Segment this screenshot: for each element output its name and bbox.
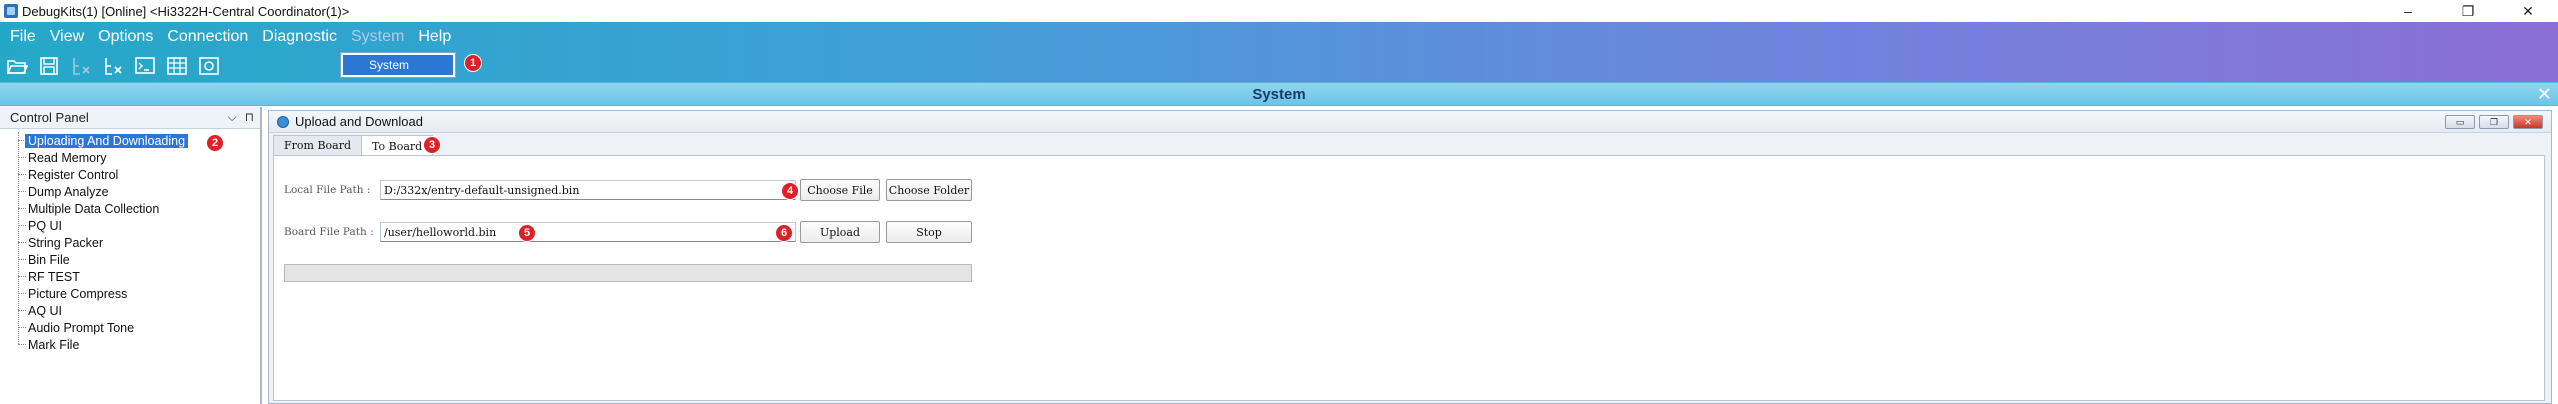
system-dropdown-menu: System bbox=[340, 52, 456, 78]
disabled-tool-icon bbox=[68, 54, 94, 78]
callout-badge-4: 4 bbox=[781, 182, 799, 200]
tree-item-string-packer[interactable]: String Packer bbox=[0, 234, 260, 251]
tree-item-aq-ui[interactable]: AQ UI bbox=[0, 302, 260, 319]
panel-tabs: From Board To Board bbox=[273, 135, 434, 156]
control-panel-title: Control Panel bbox=[10, 110, 89, 125]
maximize-button[interactable]: ❐ bbox=[2438, 0, 2498, 22]
table-icon[interactable] bbox=[164, 54, 190, 78]
local-file-path-label: Local File Path : bbox=[284, 184, 371, 196]
callout-badge-5: 5 bbox=[518, 224, 536, 242]
menu-file[interactable]: File bbox=[10, 28, 36, 46]
control-panel: Control Panel ⌵ ⊓ Uploading And Download… bbox=[0, 107, 262, 404]
window-titlebar: DebugKits(1) [Online] <Hi3322H-Central C… bbox=[0, 0, 2558, 22]
chevron-down-icon[interactable]: ⌵ bbox=[228, 110, 237, 125]
terminal-icon[interactable] bbox=[132, 54, 158, 78]
stop-button[interactable]: Stop bbox=[886, 221, 972, 243]
menu-connection[interactable]: Connection bbox=[167, 28, 248, 46]
save-icon[interactable] bbox=[36, 54, 62, 78]
dropdown-item-system[interactable]: System bbox=[343, 55, 453, 75]
board-file-path-label: Board File Path : bbox=[284, 226, 374, 238]
menu-help[interactable]: Help bbox=[418, 28, 451, 46]
tree-item-mark-file[interactable]: Mark File bbox=[0, 336, 260, 353]
tree-item-picture-compress[interactable]: Picture Compress bbox=[0, 285, 260, 302]
close-button[interactable]: ✕ bbox=[2498, 0, 2558, 22]
control-panel-tree: Uploading And Downloading Read Memory Re… bbox=[0, 129, 260, 353]
tree-item-rf-test[interactable]: RF TEST bbox=[0, 268, 260, 285]
folder-open-icon[interactable] bbox=[4, 54, 30, 78]
menu-bar: File View Options Connection Diagnostic … bbox=[0, 26, 455, 48]
callout-badge-1: 1 bbox=[464, 54, 482, 72]
panel-window-controls: ▭ ❐ ✕ bbox=[2445, 115, 2543, 129]
control-panel-header: Control Panel ⌵ ⊓ bbox=[0, 107, 260, 129]
callout-badge-3: 3 bbox=[423, 136, 441, 154]
toolbar bbox=[4, 52, 222, 80]
callout-badge-6: 6 bbox=[775, 224, 793, 242]
system-bar: System ✕ bbox=[0, 82, 2558, 106]
choose-file-button[interactable]: Choose File bbox=[800, 179, 880, 201]
local-file-path-combo[interactable]: D:/332x/entry-default-unsigned.bin ▼ bbox=[380, 180, 796, 200]
pin-icon[interactable]: ⊓ bbox=[245, 110, 254, 125]
tree-item-pq-ui[interactable]: PQ UI bbox=[0, 217, 260, 234]
callout-badge-2: 2 bbox=[206, 134, 224, 152]
upload-progress-bar bbox=[284, 264, 972, 282]
window-title: DebugKits(1) [Online] <Hi3322H-Central C… bbox=[22, 3, 350, 19]
tool-icon[interactable] bbox=[100, 54, 126, 78]
tree-item-read-memory[interactable]: Read Memory bbox=[0, 149, 260, 166]
panel-minimize-button[interactable]: ▭ bbox=[2445, 115, 2475, 129]
local-file-path-value: D:/332x/entry-default-unsigned.bin bbox=[384, 183, 580, 197]
panel-titlebar: Upload and Download bbox=[269, 111, 2551, 133]
to-board-content: Local File Path : D:/332x/entry-default-… bbox=[273, 155, 2545, 401]
tree-item-audio-prompt-tone[interactable]: Audio Prompt Tone bbox=[0, 319, 260, 336]
upload-button[interactable]: Upload bbox=[800, 221, 880, 243]
tree-item-dump-analyze[interactable]: Dump Analyze bbox=[0, 183, 260, 200]
panel-title: Upload and Download bbox=[295, 114, 423, 129]
choose-folder-button[interactable]: Choose Folder bbox=[886, 179, 972, 201]
minimize-button[interactable]: – bbox=[2378, 0, 2438, 22]
app-logo-icon bbox=[4, 4, 18, 18]
upload-download-panel: Upload and Download ▭ ❐ ✕ From Board To … bbox=[268, 110, 2552, 404]
panel-close-button[interactable]: ✕ bbox=[2513, 115, 2543, 129]
system-close-icon[interactable]: ✕ bbox=[2537, 84, 2552, 105]
board-file-path-value: /user/helloworld.bin bbox=[384, 225, 497, 239]
settings-icon[interactable] bbox=[196, 54, 222, 78]
system-bar-title: System bbox=[1252, 86, 1306, 103]
menu-view[interactable]: View bbox=[50, 28, 84, 46]
tree-item-register-control[interactable]: Register Control bbox=[0, 166, 260, 183]
window-controls: – ❐ ✕ bbox=[2378, 0, 2558, 22]
panel-restore-button[interactable]: ❐ bbox=[2479, 115, 2509, 129]
tab-from-board[interactable]: From Board bbox=[273, 135, 363, 155]
panel-app-icon bbox=[277, 115, 289, 128]
tree-item-bin-file[interactable]: Bin File bbox=[0, 251, 260, 268]
menu-options[interactable]: Options bbox=[98, 28, 153, 46]
board-file-path-input[interactable]: /user/helloworld.bin bbox=[380, 222, 796, 242]
tree-item-multiple-data-collection[interactable]: Multiple Data Collection bbox=[0, 200, 260, 217]
menu-system[interactable]: System bbox=[351, 28, 404, 46]
menu-diagnostic[interactable]: Diagnostic bbox=[262, 28, 337, 46]
